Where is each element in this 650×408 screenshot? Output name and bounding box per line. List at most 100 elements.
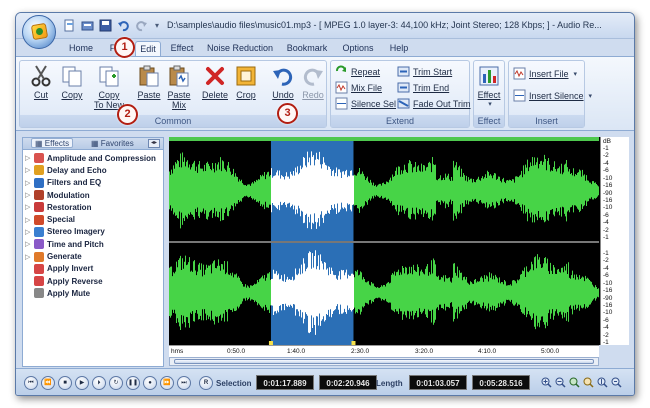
insert-file-button[interactable]: Insert File ▾: [513, 66, 577, 81]
waveform-canvas[interactable]: [169, 141, 599, 345]
expand-icon[interactable]: ▷: [25, 203, 32, 211]
trim-start-button[interactable]: Trim Start: [397, 64, 452, 79]
db-tick-label: -10: [603, 279, 613, 287]
zoom-vertical-in-icon[interactable]: [597, 377, 608, 388]
save-icon[interactable]: [98, 18, 113, 33]
expand-icon[interactable]: ▷: [25, 228, 32, 236]
expand-icon[interactable]: ▷: [25, 154, 32, 162]
copy-button[interactable]: Copy: [57, 63, 87, 113]
tree-item[interactable]: ▷ Generate: [23, 250, 163, 262]
effect-dropdown-icon: ▾: [488, 101, 492, 108]
db-tick-label: -6: [603, 167, 609, 175]
effect-category-icon: [34, 288, 44, 299]
db-tick-label: -16: [603, 182, 613, 190]
tree-item[interactable]: ▷ Stereo Imagery: [23, 226, 163, 238]
insert-silence-button[interactable]: Insert Silence ▾: [513, 88, 592, 103]
selection-end-field[interactable]: 0:02:20.946: [319, 375, 377, 390]
tree-item[interactable]: Apply Reverse: [23, 275, 163, 287]
expand-icon[interactable]: ▷: [25, 191, 32, 199]
zoom-in-icon[interactable]: [541, 377, 552, 388]
trim-end-icon: [397, 82, 410, 93]
db-tick-label: -10: [603, 174, 613, 182]
effect-button[interactable]: Effect ▾: [475, 63, 503, 113]
redo-button[interactable]: Redo: [298, 63, 328, 113]
horizontal-scrollbar[interactable]: [169, 357, 599, 366]
go-to-end-icon[interactable]: ⏭: [177, 376, 191, 390]
expand-icon[interactable]: ▷: [25, 216, 32, 224]
fade-out-trim-button[interactable]: Fade Out Trim: [397, 96, 471, 111]
panel-toggle-icon[interactable]: ◂▸: [148, 139, 160, 148]
group-extend: Repeat Mix File Silence Sel Trim Start T…: [330, 60, 471, 128]
silence-sel-button[interactable]: Silence Sel: [335, 96, 396, 111]
tab-effects[interactable]: ▦ Effects: [31, 138, 74, 148]
mix-file-button[interactable]: Mix File: [335, 80, 382, 95]
selection-length-field[interactable]: 0:01:03.057: [409, 375, 467, 390]
mix-file-label: Mix File: [351, 82, 382, 93]
tree-item[interactable]: Apply Mute: [23, 287, 163, 299]
rewind-icon[interactable]: ⏪: [41, 376, 55, 390]
play-icon[interactable]: ▶: [75, 376, 89, 390]
delete-button[interactable]: Delete: [200, 63, 230, 113]
zoom-out-icon[interactable]: [555, 377, 566, 388]
zoom-vertical-out-icon[interactable]: [611, 377, 622, 388]
waveform-channel-1: [169, 152, 599, 229]
timeline-tick-label: 5:00.0: [541, 348, 560, 355]
callout-1: 1: [114, 37, 135, 58]
tab-effect[interactable]: Effect: [166, 41, 198, 56]
tab-noise-reduction[interactable]: Noise Reduction: [204, 41, 276, 56]
go-to-start-icon[interactable]: ⏮: [24, 376, 38, 390]
stop-icon[interactable]: ■: [58, 376, 72, 390]
app-menu-button[interactable]: [22, 15, 56, 49]
repeat-icon: [336, 65, 346, 72]
paste-mix-button[interactable]: Paste Mix: [164, 63, 194, 113]
trim-end-button[interactable]: Trim End: [397, 80, 449, 95]
paste-icon: [139, 65, 159, 87]
zoom-selection-icon[interactable]: [569, 377, 580, 388]
pause-icon[interactable]: ❚❚: [126, 376, 140, 390]
silence-icon: [335, 97, 348, 110]
crop-button[interactable]: Crop: [231, 63, 261, 113]
paste-button[interactable]: Paste: [134, 63, 164, 113]
effect-category-icon: [34, 251, 44, 262]
tree-item[interactable]: Apply Invert: [23, 263, 163, 275]
tab-edit[interactable]: Edit: [135, 41, 161, 56]
tree-item[interactable]: ▷ Filters and EQ: [23, 177, 163, 189]
tree-item[interactable]: ▷ Delay and Echo: [23, 164, 163, 176]
expand-icon[interactable]: ▷: [25, 166, 32, 174]
expand-icon[interactable]: ▷: [25, 253, 32, 261]
tree-item[interactable]: ▷ Modulation: [23, 189, 163, 201]
undo-icon[interactable]: [116, 18, 131, 33]
tab-help[interactable]: Help: [384, 41, 414, 56]
expand-icon[interactable]: ▷: [25, 240, 32, 248]
zoom-full-icon[interactable]: [583, 377, 594, 388]
loop-icon[interactable]: ↻: [109, 376, 123, 390]
tree-item-label: Apply Reverse: [47, 276, 103, 286]
tab-favorites[interactable]: ▦ Favorites: [91, 139, 134, 149]
tab-home[interactable]: Home: [64, 41, 98, 56]
tab-options[interactable]: Options: [338, 41, 378, 56]
scrollbar-thumb[interactable]: [174, 359, 594, 364]
redo-icon[interactable]: [134, 18, 149, 33]
expand-icon[interactable]: ▷: [25, 179, 32, 187]
tree-item[interactable]: ▷ Restoration: [23, 201, 163, 213]
fast-forward-icon[interactable]: ⏩: [160, 376, 174, 390]
db-tick-label: -1: [603, 339, 609, 346]
record-icon[interactable]: ●: [143, 376, 157, 390]
total-length-field[interactable]: 0:05:28.516: [472, 375, 530, 390]
tree-item[interactable]: ▷ Special: [23, 213, 163, 225]
effects-tree: ▷ Amplitude and Compression ▷ Delay and Ech…: [23, 152, 163, 300]
new-file-icon[interactable]: [62, 18, 77, 33]
repeat-toggle-button[interactable]: R: [199, 376, 213, 390]
tab-bookmark[interactable]: Bookmark: [282, 41, 332, 56]
repeat-button[interactable]: Repeat: [335, 64, 380, 79]
timeline-ruler: hms 0:50.0 1:40.0 2:30.0 3:20.0 4:10.0 5:00.0: [169, 345, 599, 357]
tree-item[interactable]: ▷ Amplitude and Compression: [23, 152, 163, 164]
waveform-view[interactable]: dB -1 -2 -4 -6 -10 -16 -90 -16 -10 -6 -4 -2 -1 -1 -2 -4…: [169, 137, 629, 346]
qat-customize-icon[interactable]: ▾: [152, 18, 162, 34]
play-selection-icon[interactable]: ⏵: [92, 376, 106, 390]
cut-button[interactable]: Cut: [26, 63, 56, 113]
selection-start-field[interactable]: 0:01:17.889: [256, 375, 314, 390]
tree-item[interactable]: ▷ Time and Pitch: [23, 238, 163, 250]
open-file-icon[interactable]: [80, 18, 95, 33]
undo-arrow-icon: [273, 68, 293, 86]
